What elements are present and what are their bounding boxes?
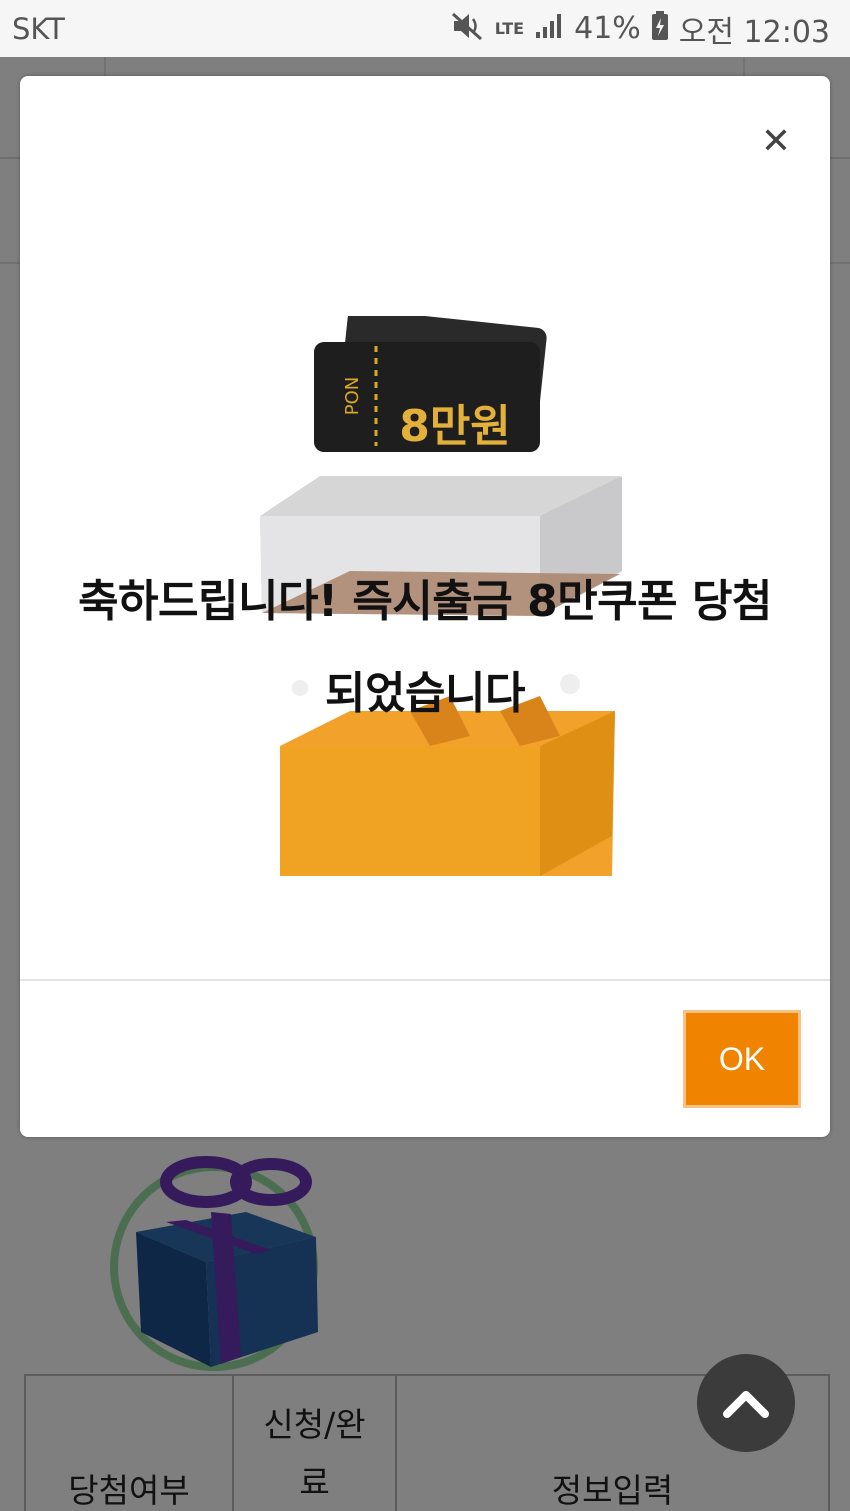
coupon-tag-text: PON (342, 377, 363, 416)
battery-percent: 41% (574, 11, 641, 46)
message-line: 되었습니다 (325, 668, 525, 719)
message-line: 축하드립니다! 즉시출금 8만쿠폰 당첨 (78, 576, 772, 627)
battery-icon (651, 10, 669, 47)
close-icon: ✕ (760, 121, 792, 162)
status-bar: SKT LTE 41% 오전 12:03 (0, 0, 850, 57)
congratulations-dialog: ✕ PON 8만원 축하드립니다! 즉시출금 8만쿠폰 당첨 되었습니다 OK (20, 76, 830, 1137)
lte-icon: LTE (494, 18, 525, 38)
status-icons: LTE 41% 오전 12:03 (451, 7, 850, 51)
ok-button[interactable]: OK (683, 1010, 801, 1108)
chevron-up-icon (723, 1391, 769, 1418)
clock: 오전 12:03 (678, 14, 830, 50)
congratulations-message: 축하드립니다! 즉시출금 8만쿠폰 당첨 되었습니다 (20, 556, 830, 740)
coupon-amount-text: 8만원 (399, 401, 511, 452)
close-button[interactable]: ✕ (756, 122, 796, 162)
carrier-label: SKT (12, 11, 65, 46)
signal-icon (534, 12, 564, 46)
mute-icon (451, 11, 485, 47)
dialog-footer-divider (20, 979, 830, 981)
scroll-to-top-button[interactable] (697, 1354, 795, 1452)
